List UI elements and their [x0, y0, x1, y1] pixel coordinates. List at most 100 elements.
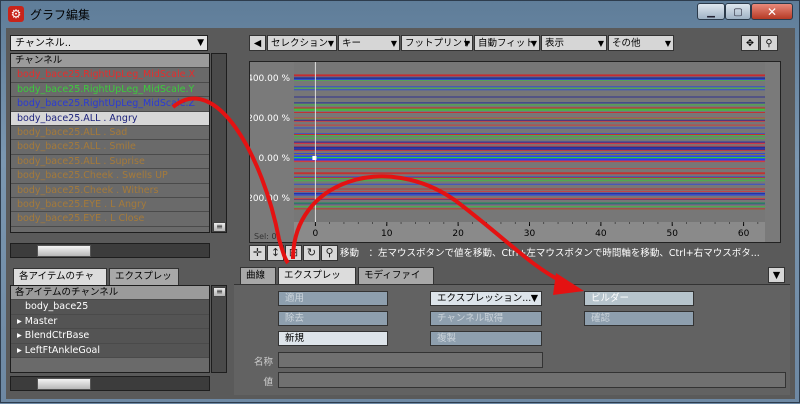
y-tick-label: 200.00 % [250, 114, 290, 124]
close-icon: ✕ [766, 5, 778, 19]
channel-list-item[interactable]: body_bace25.ALL . Smile [11, 140, 209, 155]
item-list-hscroll[interactable] [10, 376, 210, 391]
channel-dropdown[interactable]: チャンネル.. ▼ [10, 35, 208, 51]
tab-expression[interactable]: エクスプレッション [278, 267, 356, 297]
channel-hscroll-thumb[interactable] [37, 245, 91, 257]
x-tick-label: 20 [452, 229, 464, 239]
tab-curves[interactable]: 曲線 [240, 267, 276, 284]
auto-fit-menu[interactable]: 自動フィット ▼ [474, 35, 540, 51]
app-logo-icon: ⚙ [8, 6, 24, 22]
maximize-icon: ▢ [733, 7, 743, 18]
zoom-view-button[interactable]: ⚲ [760, 35, 778, 51]
x-tick-label: 60 [738, 229, 750, 239]
tab-modifier[interactable]: モディファイヤ [358, 267, 434, 297]
graph-area[interactable]: 400.00 % 200.00 % 0.00 % -200.00 % 0 10 20 30 40… [249, 61, 781, 243]
y-tick-label: -200.00 % [250, 194, 290, 204]
channel-list-hscroll[interactable] [10, 243, 210, 258]
x-tick-label: 40 [595, 229, 607, 239]
window-title: グラフ編集 [30, 8, 91, 22]
tab-item-channels[interactable]: 各アイテムのチャンネル [13, 268, 107, 298]
expand-arrow-icon[interactable]: ▸ [17, 345, 25, 356]
minimize-button[interactable]: ▁ [697, 3, 725, 20]
item-channel-label: Master [24, 315, 58, 327]
chevron-down-icon: ▼ [530, 39, 537, 48]
item-channel-row[interactable]: ▸ LeftFtAnkleGoal [11, 343, 209, 358]
chevron-down-icon: ▼ [530, 293, 538, 304]
tab-expressions-left[interactable]: エクスプレッション [109, 268, 179, 298]
maximize-button[interactable]: ▢ [725, 3, 751, 20]
other-menu[interactable]: その他 ▼ [608, 35, 674, 51]
builder-button[interactable]: ビルダー [584, 291, 694, 306]
chevron-down-icon: ▼ [664, 39, 671, 48]
apply-button[interactable]: 適用 [278, 291, 388, 306]
channel-list-item[interactable]: body_bace25.ALL . Suprise [11, 155, 209, 170]
key-menu[interactable]: キー ▼ [338, 35, 400, 51]
auto-fit-menu-label: 自動フィット [478, 38, 535, 49]
panel-menu-button[interactable]: ▼ [768, 267, 785, 283]
scroll-grip-icon[interactable]: ≡ [213, 222, 226, 232]
graph-canvas[interactable]: 400.00 % 200.00 % 0.00 % -200.00 % 0 10 20 30 40… [250, 62, 780, 242]
channel-list-item[interactable]: body_bace25.Cheek . Swells UP [11, 169, 209, 184]
key-tool-button[interactable]: ⊞ [285, 245, 302, 261]
confirm-button[interactable]: 確認 [584, 311, 694, 326]
item-channel-label: BlendCtrBase [24, 330, 90, 342]
rotate-tool-button[interactable]: ↻ [303, 245, 320, 261]
move-view-button[interactable]: ✥ [741, 35, 759, 51]
zoom-tool-button[interactable]: ⚲ [321, 245, 338, 261]
item-list-vscroll[interactable]: ≡ [211, 285, 227, 373]
value-field[interactable] [278, 372, 786, 388]
scale-tool-button[interactable]: ↕ [267, 245, 284, 261]
move-tool-button[interactable]: ✛ [249, 245, 266, 261]
chevron-down-icon: ▼ [327, 39, 334, 48]
channel-list-item[interactable]: body_bace25.ALL . Sad [11, 126, 209, 141]
value-label: 値 [263, 377, 273, 388]
expand-arrow-icon[interactable]: ▸ [17, 316, 25, 327]
scale-tool-icon: ↕ [270, 246, 281, 259]
scroll-grip-icon[interactable]: ≡ [213, 287, 226, 297]
title-bar[interactable]: ⚙ グラフ編集 ▁ ▢ ✕ [1, 1, 799, 27]
zoom-icon: ⚲ [765, 38, 773, 49]
item-channel-label: body_bace25 [25, 301, 89, 313]
selection-menu-label: セレクション [271, 38, 329, 49]
new-button[interactable]: 新規 [278, 331, 388, 346]
x-tick-label: 0 [313, 229, 319, 239]
remove-button[interactable]: 除去 [278, 311, 388, 326]
item-hscroll-thumb[interactable] [37, 378, 91, 390]
channel-list-item[interactable]: body_bace25.EYE . L Close [11, 212, 209, 227]
footprint-menu-label: フットプリント [405, 38, 472, 49]
x-tick-label: 50 [667, 229, 679, 239]
name-label: 名称 [253, 357, 273, 368]
item-channel-row[interactable]: ▸ Master [11, 314, 209, 330]
other-menu-label: その他 [612, 38, 641, 49]
item-channel-row[interactable]: body_bace25 [11, 300, 209, 315]
get-channel-button[interactable]: チャンネル取得 [430, 311, 542, 326]
channel-list-item[interactable]: body_bace25.RightUpLeg_MidScale.Z [11, 97, 209, 112]
channel-list-item[interactable]: body_bace25.ALL . Angry [11, 111, 209, 126]
channel-list-item[interactable]: body_bace25.EYE . L Angry [11, 198, 209, 213]
footprint-menu[interactable]: フットプリント ▼ [401, 35, 473, 51]
item-channel-list[interactable]: 各アイテムのチャンネル body_bace25 ▸ Master ▸ BlendCt… [10, 285, 210, 373]
key-point [312, 156, 317, 160]
move-tool-icon: ✛ [252, 246, 263, 259]
item-channel-row[interactable]: ▸ BlendCtrBase [11, 329, 209, 344]
channel-list-vscroll[interactable]: ≡ [211, 53, 227, 233]
expand-arrow-icon[interactable]: ▸ [17, 330, 25, 341]
chevron-down-icon: ▼ [772, 270, 781, 281]
channel-list-item[interactable]: body_bace25.Cheek . Withers [11, 184, 209, 198]
expression-dropdown[interactable]: エクスプレッション... ▼ [430, 291, 542, 306]
copy-button[interactable]: 複製 [430, 331, 542, 346]
close-button[interactable]: ✕ [751, 3, 793, 20]
selection-menu[interactable]: セレクション ▼ [267, 35, 337, 51]
channel-list-item[interactable]: body_bace25.RightUpLeg_MidScale.X [11, 68, 209, 83]
channel-list[interactable]: チャンネル body_bace25.RightUpLeg_MidScale.X b… [10, 53, 210, 233]
left-arrow-icon: ◀ [253, 38, 262, 49]
chevron-down-icon: ▼ [197, 38, 204, 48]
display-menu-label: 表示 [545, 38, 565, 49]
status-hint: 移動 ：左マウスボタンで値を移動、Ctrl+左マウスボタンで時間軸を移動、Ctr… [340, 248, 760, 259]
channel-list-header: チャンネル [11, 54, 209, 69]
channel-list-item[interactable]: body_bace25.RightUpLeg_MidScale.Y [11, 83, 209, 98]
prev-button[interactable]: ◀ [249, 35, 266, 51]
name-field[interactable] [278, 352, 543, 368]
x-tick-label: 10 [381, 229, 393, 239]
display-menu[interactable]: 表示 ▼ [541, 35, 607, 51]
